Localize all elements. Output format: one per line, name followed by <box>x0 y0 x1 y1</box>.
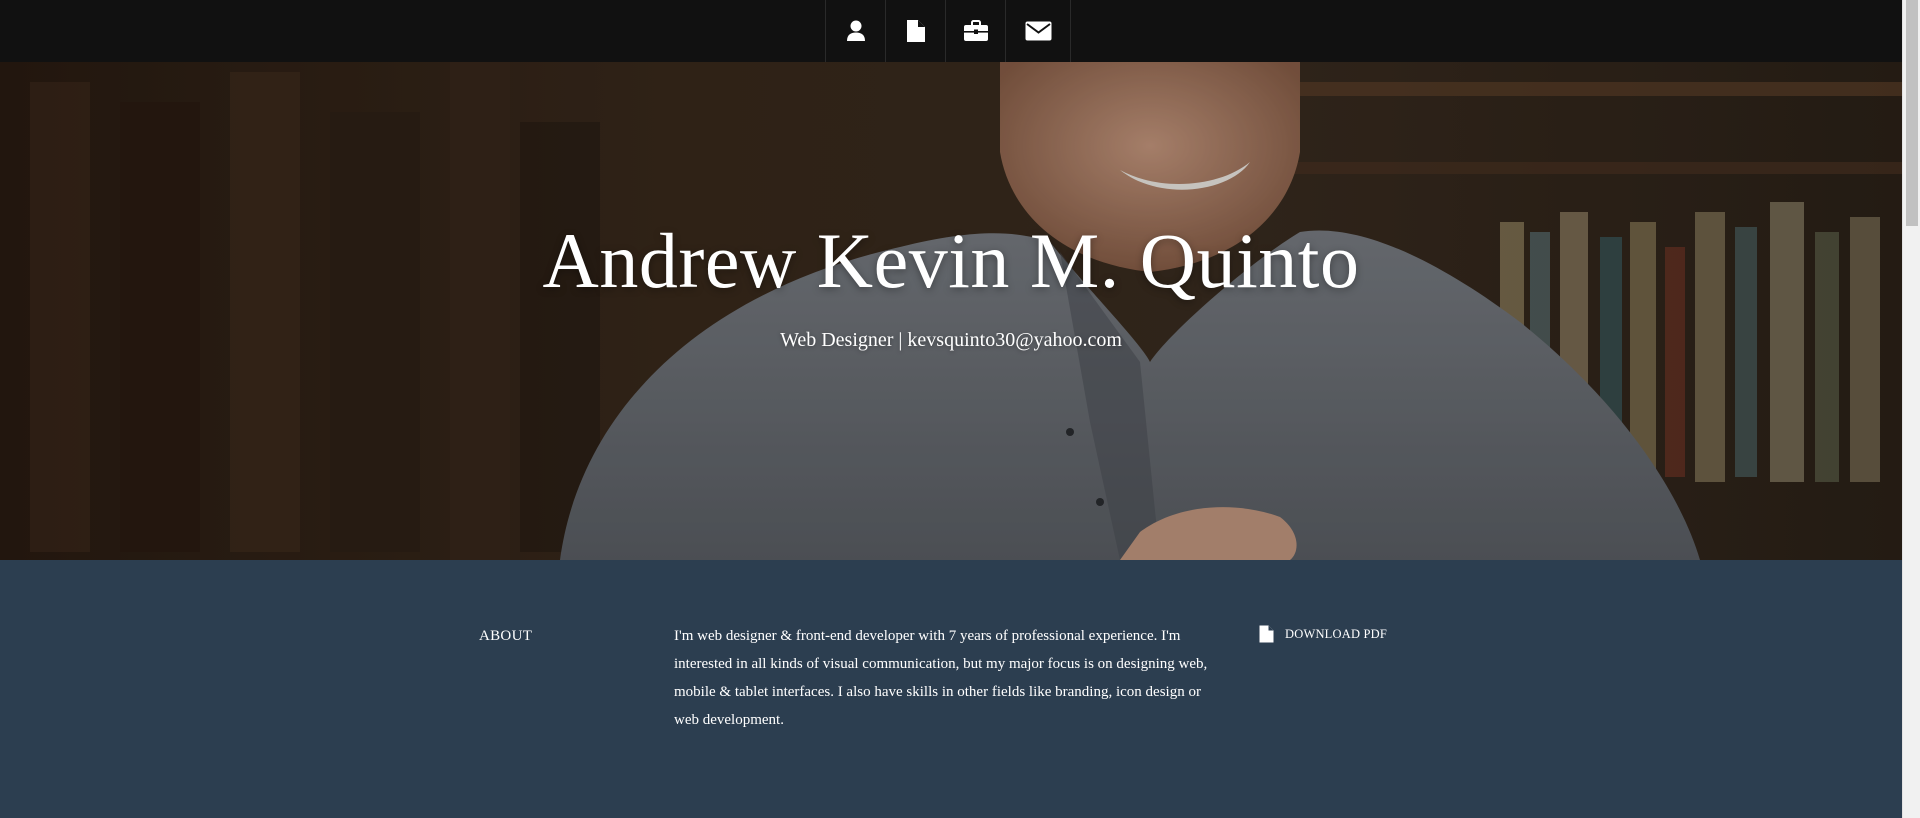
about-text: I'm web designer & front-end developer w… <box>674 628 1208 728</box>
document-icon <box>906 20 925 42</box>
hero-section: Andrew Kevin M. Quinto Web Designer | ke… <box>0 62 1902 560</box>
nav-resume[interactable] <box>886 0 946 62</box>
download-pdf-link[interactable]: DOWNLOAD PDF <box>1259 625 1387 643</box>
about-heading: ABOUT <box>479 628 533 644</box>
about-section: ABOUT I'm web designer & front-end devel… <box>0 560 1902 818</box>
hero-name: Andrew Kevin M. Quinto <box>542 217 1360 304</box>
envelope-icon <box>1025 21 1051 41</box>
document-icon <box>1259 625 1274 643</box>
nav-icon-group <box>825 0 1071 62</box>
scrollbar-thumb[interactable] <box>1906 0 1918 226</box>
page-scrollbar[interactable] <box>1902 0 1920 818</box>
hero-subtitle: Web Designer | kevsquinto30@yahoo.com <box>780 329 1122 351</box>
nav-about[interactable] <box>826 0 886 62</box>
nav-contact[interactable] <box>1006 0 1071 62</box>
top-nav <box>0 0 1902 62</box>
briefcase-icon <box>963 20 988 41</box>
hero-overlay <box>0 62 1902 560</box>
download-pdf-label: DOWNLOAD PDF <box>1285 626 1388 641</box>
user-icon <box>846 20 865 41</box>
nav-portfolio[interactable] <box>946 0 1006 62</box>
